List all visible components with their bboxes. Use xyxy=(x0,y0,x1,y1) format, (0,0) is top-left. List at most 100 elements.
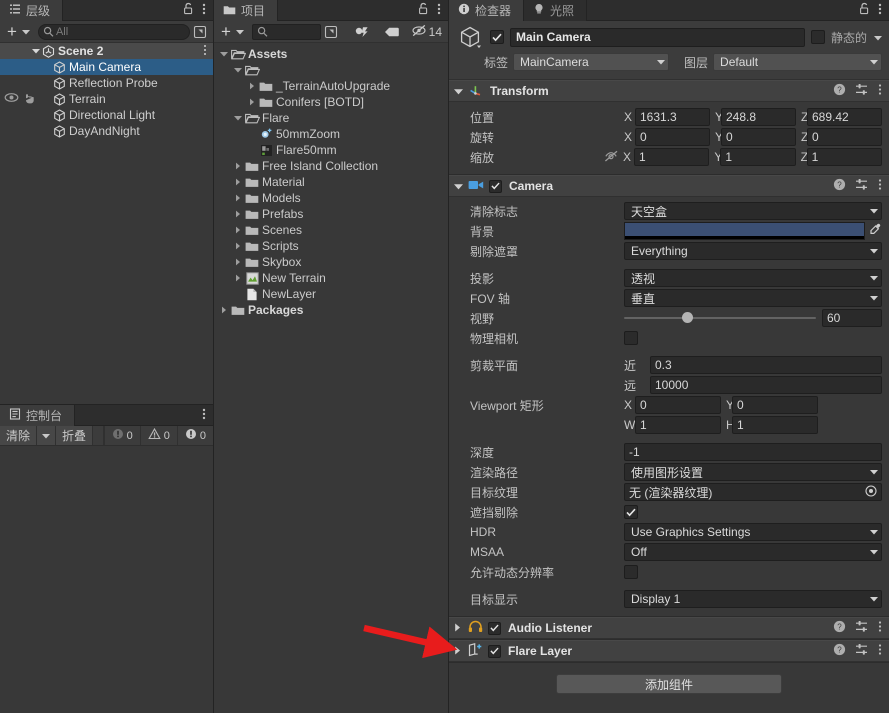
project-item-terrainautoupgrade[interactable]: _TerrainAutoUpgrade xyxy=(214,78,448,94)
help-icon[interactable]: ? xyxy=(833,83,846,99)
project-item-scripts[interactable]: Scripts xyxy=(214,238,448,254)
chevron-right-icon[interactable] xyxy=(232,194,244,202)
help-icon[interactable]: ? xyxy=(833,643,846,659)
console-clear-button[interactable]: 清除 xyxy=(0,426,38,445)
preset-icon[interactable] xyxy=(855,643,869,659)
chevron-right-icon[interactable] xyxy=(232,274,244,282)
chevron-right-icon[interactable] xyxy=(232,162,244,170)
project-item-material[interactable]: Material xyxy=(214,174,448,190)
eye-icon[interactable] xyxy=(4,92,19,106)
chevron-right-icon[interactable] xyxy=(232,258,244,266)
chevron-right-icon[interactable] xyxy=(454,644,463,658)
preset-icon[interactable] xyxy=(855,620,869,636)
tag-dropdown[interactable]: MainCamera xyxy=(513,53,670,71)
chevron-down-icon[interactable] xyxy=(218,51,230,57)
console-count-log[interactable]: 0 xyxy=(103,426,140,445)
chevron-right-icon[interactable] xyxy=(454,621,463,635)
viewport-h-input[interactable]: 1 xyxy=(732,416,818,434)
hidden-assets-counter[interactable]: 14 xyxy=(411,24,446,40)
project-item-newlayer[interactable]: NewLayer xyxy=(214,286,448,302)
project-add-button[interactable]: + xyxy=(216,23,233,41)
hierarchy-search-input[interactable]: All xyxy=(37,23,190,40)
hierarchy-scene-row[interactable]: Scene 2 xyxy=(0,43,213,59)
chevron-down-icon[interactable] xyxy=(232,67,244,73)
hierarchy-add-dropdown-icon[interactable] xyxy=(19,23,33,41)
project-item-new-terrain[interactable]: New Terrain xyxy=(214,270,448,286)
lock-open-icon[interactable] xyxy=(418,2,429,18)
transform-2-x-input[interactable]: 1 xyxy=(634,148,710,166)
project-item-flare50mm[interactable]: Flare50mm xyxy=(214,142,448,158)
chevron-down-icon[interactable] xyxy=(30,48,41,54)
transform-1-z-input[interactable]: 0 xyxy=(807,128,882,146)
component-flare-layer-header[interactable]: Flare Layer ? xyxy=(449,640,889,662)
gameobject-name-input[interactable]: Main Camera xyxy=(510,27,805,47)
component-audio-listener-header[interactable]: Audio Listener ? xyxy=(449,617,889,639)
transform-1-y-input[interactable]: 0 xyxy=(721,128,796,146)
transform-2-z-input[interactable]: 1 xyxy=(806,148,882,166)
gameobject-cube-icon[interactable] xyxy=(456,24,484,50)
lock-open-icon[interactable] xyxy=(859,2,870,18)
hierarchy-scene-menu-icon[interactable] xyxy=(203,44,213,59)
hierarchy-item-main-camera[interactable]: Main Camera xyxy=(0,59,213,75)
tab-console[interactable]: 控制台 xyxy=(0,405,76,426)
目标纹理-object-field[interactable]: 无 (渲染器纹理) xyxy=(624,483,882,501)
允许动态分辨率-checkbox[interactable] xyxy=(624,565,638,579)
transform-2-y-input[interactable]: 1 xyxy=(720,148,796,166)
project-item-50mmzoom[interactable]: 50mmZoom xyxy=(214,126,448,142)
视野-slider[interactable] xyxy=(624,309,816,327)
chevron-right-icon[interactable] xyxy=(232,242,244,250)
chevron-right-icon[interactable] xyxy=(232,226,244,234)
kebab-menu-icon[interactable] xyxy=(878,620,882,636)
viewport-y-input[interactable]: 0 xyxy=(732,396,818,414)
preset-icon[interactable] xyxy=(855,178,869,194)
视野-input[interactable]: 60 xyxy=(822,309,882,327)
static-checkbox[interactable] xyxy=(810,30,825,44)
transform-0-z-input[interactable]: 689.42 xyxy=(807,108,882,126)
渲染路径-dropdown[interactable]: 使用图形设置 xyxy=(624,463,882,481)
console-clear-dropdown[interactable] xyxy=(37,426,57,445)
tab-lighting[interactable]: 光照 xyxy=(524,0,588,21)
chevron-right-icon[interactable] xyxy=(218,306,230,314)
project-item-skybox[interactable]: Skybox xyxy=(214,254,448,270)
剪裁平面-far-input[interactable]: 10000 xyxy=(650,376,882,394)
tab-hierarchy[interactable]: 层级 xyxy=(0,0,64,21)
static-dropdown-icon[interactable] xyxy=(873,30,882,44)
object-picker-icon[interactable] xyxy=(865,484,877,500)
kebab-menu-icon[interactable] xyxy=(202,407,206,424)
chevron-down-icon[interactable] xyxy=(232,115,244,121)
console-collapse-button[interactable]: 折叠 xyxy=(56,426,94,445)
preset-icon[interactable] xyxy=(855,83,869,99)
component-transform-header[interactable]: Transform ? xyxy=(449,80,889,102)
chevron-down-icon[interactable] xyxy=(454,84,463,98)
flare-layer-enabled-checkbox[interactable] xyxy=(488,644,501,658)
project-add-dropdown-icon[interactable] xyxy=(233,23,247,41)
viewport-x-input[interactable]: 0 xyxy=(635,396,721,414)
visibility-toggle-group[interactable] xyxy=(4,91,36,107)
hierarchy-item-terrain[interactable]: Terrain xyxy=(0,91,213,107)
pointer-hand-icon[interactable] xyxy=(23,92,36,107)
剪裁平面-near-input[interactable]: 0.3 xyxy=(650,356,882,374)
tab-inspector[interactable]: 检查器 xyxy=(449,0,525,21)
msaa-dropdown[interactable]: Off xyxy=(624,543,882,561)
project-item-assets[interactable]: Assets xyxy=(214,46,448,62)
eyedropper-icon[interactable] xyxy=(865,223,882,239)
component-camera-header[interactable]: Camera ? xyxy=(449,175,889,197)
物理相机-checkbox[interactable] xyxy=(624,331,638,345)
transform-1-x-input[interactable]: 0 xyxy=(635,128,710,146)
filter-by-type-icon[interactable] xyxy=(347,23,377,41)
project-item-free-island-collection[interactable]: Free Island Collection xyxy=(214,158,448,174)
fov-轴-dropdown[interactable]: 垂直 xyxy=(624,289,882,307)
遮挡剔除-checkbox[interactable] xyxy=(624,505,638,519)
chevron-down-icon[interactable] xyxy=(454,179,463,193)
console-count-error[interactable]: 0 xyxy=(176,426,213,445)
kebab-menu-icon[interactable] xyxy=(878,83,882,99)
constrain-proportions-off-icon[interactable] xyxy=(604,150,619,165)
背景-color-swatch[interactable] xyxy=(624,222,865,240)
清除标志-dropdown[interactable]: 天空盒 xyxy=(624,202,882,220)
console-count-warning[interactable]: 0 xyxy=(139,426,177,445)
help-icon[interactable]: ? xyxy=(833,178,846,194)
hierarchy-item-directional-light[interactable]: Directional Light xyxy=(0,107,213,123)
chevron-right-icon[interactable] xyxy=(246,98,258,106)
kebab-menu-icon[interactable] xyxy=(878,2,882,19)
layer-dropdown[interactable]: Default xyxy=(713,53,882,71)
